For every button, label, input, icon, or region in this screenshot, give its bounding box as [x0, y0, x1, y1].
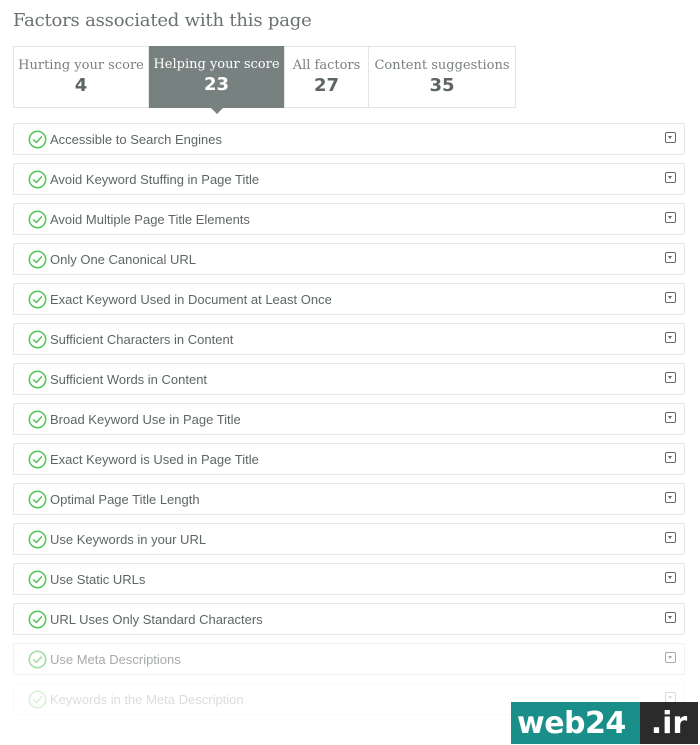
check-circle-icon	[28, 530, 47, 549]
check-circle-icon	[28, 170, 47, 189]
factor-row[interactable]: Avoid Keyword Stuffing in Page Title	[13, 163, 685, 195]
factor-label: Use Static URLs	[50, 571, 146, 587]
factor-row[interactable]: Avoid Multiple Page Title Elements	[13, 203, 685, 235]
factor-label: Sufficient Characters in Content	[50, 331, 234, 347]
chevron-down-icon[interactable]	[665, 492, 676, 503]
factor-label: Avoid Keyword Stuffing in Page Title	[50, 171, 260, 187]
factor-row[interactable]: Exact Keyword Used in Document at Least …	[13, 283, 685, 315]
factor-label: URL Uses Only Standard Characters	[50, 611, 263, 627]
chevron-down-icon[interactable]	[665, 212, 676, 223]
factor-label: Keywords in the Meta Description	[50, 691, 244, 707]
factor-label: Use Keywords in your URL	[50, 531, 207, 547]
chevron-down-icon[interactable]	[665, 452, 676, 463]
tab-hurting-your-score[interactable]: Hurting your score 4	[14, 47, 149, 107]
factor-row[interactable]: Accessible to Search Engines	[13, 123, 685, 155]
factor-row[interactable]: Broad Keyword Use in Page Title	[13, 403, 685, 435]
check-circle-icon	[28, 210, 47, 229]
factor-tabs: Hurting your score 4 Helping your score …	[13, 46, 516, 114]
check-circle-icon	[28, 250, 47, 269]
tab-count: 23	[203, 74, 230, 95]
tab-label: Content suggestions	[374, 58, 510, 73]
chevron-down-icon[interactable]	[665, 292, 676, 303]
tab-label: All factors	[292, 58, 361, 73]
page-title: Factors associated with this page	[13, 10, 312, 31]
chevron-down-icon[interactable]	[665, 332, 676, 343]
factor-label: Only One Canonical URL	[50, 251, 196, 267]
factor-row[interactable]: Use Meta Descriptions	[13, 643, 685, 675]
tab-count: 27	[313, 75, 340, 96]
chevron-down-icon[interactable]	[665, 172, 676, 183]
factor-list: Accessible to Search Engines Avoid Keywor…	[13, 123, 685, 723]
factor-label: Exact Keyword is Used in Page Title	[50, 451, 259, 467]
check-circle-icon	[28, 450, 47, 469]
factor-label: Optimal Page Title Length	[50, 491, 200, 507]
factor-label: Avoid Multiple Page Title Elements	[50, 211, 250, 227]
factor-label: Accessible to Search Engines	[50, 131, 222, 147]
factor-row[interactable]: Use Static URLs	[13, 563, 685, 595]
factor-label: Use Meta Descriptions	[50, 651, 181, 667]
tab-all-factors[interactable]: All factors 27	[285, 47, 369, 107]
chevron-down-icon[interactable]	[665, 612, 676, 623]
chevron-down-icon[interactable]	[665, 372, 676, 383]
chevron-down-icon[interactable]	[665, 252, 676, 263]
factor-row[interactable]: Optimal Page Title Length	[13, 483, 685, 515]
factor-row[interactable]: Use Keywords in your URL	[13, 523, 685, 555]
tab-count: 35	[429, 75, 455, 96]
check-circle-icon	[28, 130, 47, 149]
check-circle-icon	[28, 650, 47, 669]
check-circle-icon	[28, 690, 47, 709]
check-circle-icon	[28, 490, 47, 509]
tab-label: Hurting your score	[18, 58, 144, 73]
factor-row[interactable]: Sufficient Characters in Content	[13, 323, 685, 355]
factor-label: Exact Keyword Used in Document at Least …	[50, 291, 332, 307]
tab-content-suggestions[interactable]: Content suggestions 35	[369, 47, 515, 107]
factor-label: Sufficient Words in Content	[50, 371, 208, 387]
factor-label: Broad Keyword Use in Page Title	[50, 411, 241, 427]
factor-row[interactable]: Sufficient Words in Content	[13, 363, 685, 395]
watermark-text: web24	[517, 705, 626, 741]
factor-row[interactable]: Exact Keyword is Used in Page Title	[13, 443, 685, 475]
check-circle-icon	[28, 370, 47, 389]
chevron-down-icon[interactable]	[665, 132, 676, 143]
check-circle-icon	[28, 410, 47, 429]
check-circle-icon	[28, 570, 47, 589]
chevron-down-icon[interactable]	[665, 572, 676, 583]
chevron-down-icon[interactable]	[665, 652, 676, 663]
chevron-down-icon[interactable]	[665, 412, 676, 423]
tab-helping-your-score[interactable]: Helping your score 23	[149, 46, 285, 114]
chevron-down-icon[interactable]	[665, 532, 676, 543]
check-circle-icon	[28, 610, 47, 629]
factor-row[interactable]: URL Uses Only Standard Characters	[13, 603, 685, 635]
tab-label: Helping your score	[153, 57, 280, 72]
tab-count: 4	[74, 75, 88, 96]
check-circle-icon	[28, 330, 47, 349]
factor-row[interactable]: Only One Canonical URL	[13, 243, 685, 275]
check-circle-icon	[28, 290, 47, 309]
watermark-tld: .ir	[640, 702, 698, 744]
watermark-logo: web24 .ir	[511, 702, 698, 744]
